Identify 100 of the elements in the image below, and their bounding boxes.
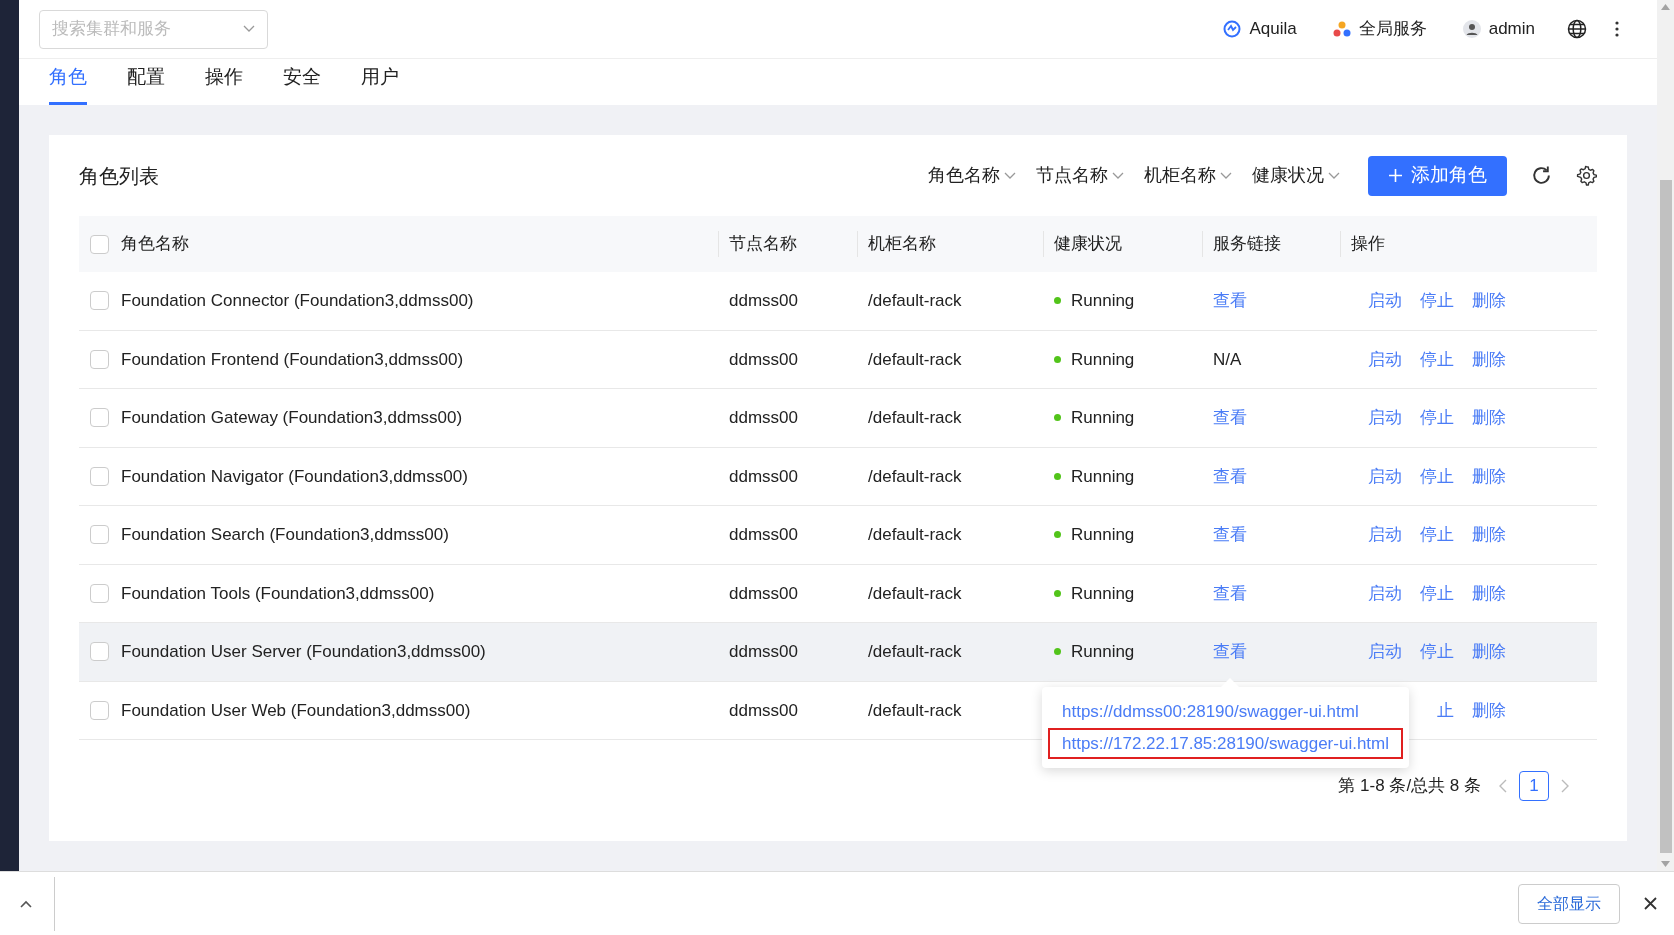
view-link[interactable]: 查看 bbox=[1213, 408, 1247, 427]
row-checkbox[interactable] bbox=[89, 349, 109, 369]
row-checkbox[interactable] bbox=[89, 642, 109, 662]
health-status: Running bbox=[1071, 524, 1135, 546]
rack-name: /default-rack bbox=[868, 408, 962, 427]
view-link[interactable]: 查看 bbox=[1213, 291, 1247, 310]
action-link[interactable]: 启动 bbox=[1368, 463, 1402, 489]
add-role-button[interactable]: 添加角色 bbox=[1368, 155, 1507, 196]
view-link[interactable]: 查看 bbox=[1213, 525, 1247, 544]
action-link[interactable]: 停止 bbox=[1420, 346, 1454, 372]
tab[interactable]: 操作 bbox=[205, 59, 243, 105]
node-name: ddmss00 bbox=[729, 525, 798, 544]
role-name: Foundation Frontend (Foundation3,ddmss00) bbox=[121, 349, 464, 369]
scroll-down-icon[interactable] bbox=[1661, 861, 1670, 867]
row-checkbox[interactable] bbox=[89, 525, 109, 545]
search-placeholder: 搜索集群和服务 bbox=[52, 18, 171, 41]
chevron-down-icon bbox=[243, 25, 255, 33]
action-link[interactable]: 启动 bbox=[1368, 580, 1402, 606]
role-name: Foundation Search (Foundation3,ddmss00) bbox=[121, 525, 449, 544]
rack-name: /default-rack bbox=[868, 525, 962, 544]
action-link[interactable]: 启动 bbox=[1368, 288, 1402, 314]
filter-dropdown[interactable]: 健康状况 bbox=[1252, 162, 1340, 189]
column-header: 健康状况 bbox=[1054, 233, 1122, 256]
action-link[interactable]: 删除 bbox=[1472, 405, 1506, 431]
role-name: Foundation Navigator (Foundation3,ddmss00) bbox=[121, 466, 468, 486]
health-status: Running bbox=[1071, 290, 1135, 312]
row-checkbox[interactable] bbox=[89, 466, 109, 486]
row-checkbox[interactable] bbox=[89, 700, 109, 720]
link-value: N/A bbox=[1213, 349, 1242, 369]
action-link[interactable]: 启动 bbox=[1368, 639, 1402, 665]
action-link[interactable]: 停止 bbox=[1420, 405, 1454, 431]
view-link[interactable]: 查看 bbox=[1213, 583, 1247, 603]
scroll-up-icon[interactable] bbox=[1661, 4, 1670, 10]
action-link[interactable]: 停止 bbox=[1420, 522, 1454, 548]
plus-icon bbox=[1388, 168, 1403, 183]
rack-name: /default-rack bbox=[868, 466, 962, 486]
action-link[interactable]: 启动 bbox=[1368, 522, 1402, 548]
tab[interactable]: 安全 bbox=[283, 59, 321, 105]
node-name: ddmss00 bbox=[729, 642, 798, 661]
tab[interactable]: 配置 bbox=[127, 59, 165, 105]
swagger-link[interactable]: https://172.22.17.85:28190/swagger-ui.html bbox=[1048, 727, 1403, 759]
action-link[interactable]: 删除 bbox=[1472, 639, 1506, 665]
action-link[interactable]: 删除 bbox=[1472, 288, 1506, 314]
row-checkbox[interactable] bbox=[89, 583, 109, 603]
rack-name: /default-rack bbox=[868, 291, 962, 310]
filter-dropdown[interactable]: 角色名称 bbox=[928, 162, 1016, 189]
view-link[interactable]: 查看 bbox=[1213, 642, 1247, 661]
action-link[interactable]: 删除 bbox=[1472, 463, 1506, 489]
chevron-down-icon bbox=[1220, 171, 1232, 180]
refresh-icon[interactable] bbox=[1531, 165, 1552, 186]
action-link[interactable]: 停止 bbox=[1420, 288, 1454, 314]
swagger-link[interactable]: https://ddmss00:28190/swagger-ui.html bbox=[1048, 696, 1403, 728]
page-button[interactable]: 1 bbox=[1519, 771, 1549, 801]
chevron-up-icon[interactable] bbox=[20, 899, 32, 908]
cluster-icon bbox=[1223, 20, 1242, 38]
tab[interactable]: 用户 bbox=[361, 59, 399, 105]
card-title: 角色列表 bbox=[79, 163, 159, 189]
row-checkbox[interactable] bbox=[89, 291, 109, 311]
services-button[interactable]: 全局服务 bbox=[1332, 16, 1427, 42]
more-icon[interactable] bbox=[1615, 21, 1619, 37]
filter-dropdown[interactable]: 节点名称 bbox=[1036, 162, 1124, 189]
chevron-down-icon bbox=[1004, 171, 1016, 180]
filter-dropdown[interactable]: 机柜名称 bbox=[1144, 162, 1232, 189]
user-button[interactable]: admin bbox=[1462, 16, 1535, 42]
column-header: 服务链接 bbox=[1213, 233, 1281, 256]
action-link[interactable]: 删除 bbox=[1472, 580, 1506, 606]
globe-icon[interactable] bbox=[1567, 19, 1587, 39]
role-name: Foundation Connector (Foundation3,ddmss00) bbox=[121, 291, 474, 310]
node-name: ddmss00 bbox=[729, 700, 798, 720]
node-name: ddmss00 bbox=[729, 291, 798, 310]
view-link[interactable]: 查看 bbox=[1213, 466, 1247, 486]
rack-name: /default-rack bbox=[868, 583, 962, 603]
action-link[interactable]: 删除 bbox=[1472, 697, 1506, 723]
column-header: 角色名称 bbox=[120, 233, 189, 256]
node-name: ddmss00 bbox=[729, 583, 798, 603]
row-checkbox[interactable] bbox=[89, 408, 109, 428]
health-status: Running bbox=[1071, 582, 1135, 605]
role-name: Foundation Gateway (Foundation3,ddmss00) bbox=[121, 408, 463, 427]
column-header: 机柜名称 bbox=[868, 233, 936, 256]
select-all-checkbox[interactable] bbox=[89, 234, 109, 254]
cluster-button[interactable]: Aquila bbox=[1223, 16, 1297, 42]
settings-icon[interactable] bbox=[1576, 165, 1597, 186]
avatar-icon bbox=[1462, 20, 1481, 38]
action-link[interactable]: 删除 bbox=[1472, 346, 1506, 372]
action-link[interactable]: 启动 bbox=[1368, 346, 1402, 372]
show-all-button[interactable]: 全部显示 bbox=[1518, 883, 1620, 924]
action-link[interactable]: 停止 bbox=[1420, 639, 1454, 665]
health-status: Running bbox=[1071, 348, 1135, 371]
action-link[interactable]: 停止 bbox=[1420, 463, 1454, 489]
next-page-icon[interactable] bbox=[1561, 779, 1569, 793]
action-link[interactable]: 停止 bbox=[1420, 580, 1454, 606]
close-icon[interactable] bbox=[1644, 897, 1657, 910]
action-link[interactable]: 启动 bbox=[1368, 405, 1402, 431]
action-link[interactable]: 删除 bbox=[1472, 522, 1506, 548]
scrollbar-thumb[interactable] bbox=[1659, 180, 1672, 853]
previous-page-icon[interactable] bbox=[1499, 779, 1507, 793]
chevron-down-icon bbox=[1328, 171, 1340, 180]
action-link[interactable]: 止 bbox=[1437, 697, 1454, 723]
node-name: ddmss00 bbox=[729, 408, 798, 427]
tab[interactable]: 角色 bbox=[49, 59, 87, 105]
